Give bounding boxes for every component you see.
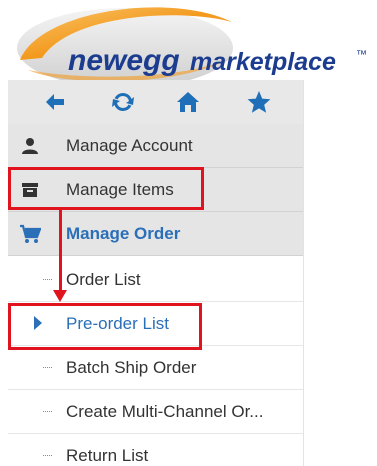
refresh-icon[interactable] [108, 87, 138, 117]
shopping-cart-icon [18, 222, 42, 246]
svg-text:™: ™ [356, 49, 367, 61]
submenu-label-batch-ship-order: Batch Ship Order [66, 357, 197, 377]
home-icon[interactable] [173, 87, 203, 117]
submenu-label-return-list: Return List [66, 446, 149, 465]
newegg-marketplace-logo: newegg marketplace ™ [0, 0, 377, 80]
tree-connector [43, 367, 52, 368]
menu-label-manage-items: Manage Items [66, 179, 174, 199]
user-icon [18, 134, 42, 158]
svg-text:marketplace: marketplace [190, 48, 336, 76]
menu-label-manage-account: Manage Account [66, 135, 193, 155]
sidebar-icon-bar [8, 80, 303, 125]
annotation-arrow-head [53, 290, 67, 302]
page: newegg marketplace ™ Manage Account Mana… [0, 0, 377, 466]
tree-connector [43, 279, 52, 280]
arrow-left-icon[interactable] [40, 87, 70, 117]
menu-label-manage-order: Manage Order [66, 223, 181, 243]
submenu-item-preorder-list[interactable]: Pre-order List [8, 302, 303, 346]
tree-connector [43, 455, 52, 456]
sidebar: Manage Account Manage Items Manage Order… [8, 80, 304, 466]
annotation-arrow-line [59, 210, 62, 294]
submenu-label-order-list: Order List [66, 269, 141, 289]
menu-item-manage-account[interactable]: Manage Account [8, 124, 303, 168]
star-icon[interactable] [244, 87, 274, 117]
submenu-label-preorder-list: Pre-order List [66, 313, 169, 333]
tree-connector [43, 411, 52, 412]
svg-text:newegg: newegg [68, 44, 180, 77]
content-area [304, 80, 377, 466]
submenu-item-return-list[interactable]: Return List [8, 434, 303, 466]
submenu-item-batch-ship-order[interactable]: Batch Ship Order [8, 346, 303, 390]
menu-item-manage-order[interactable]: Manage Order [8, 212, 303, 256]
archive-box-icon [18, 178, 42, 202]
caret-right-icon [34, 316, 42, 330]
submenu-item-create-multichannel[interactable]: Create Multi-Channel Or... [8, 390, 303, 434]
submenu-label-create-multichannel: Create Multi-Channel Or... [66, 401, 264, 421]
menu-item-manage-items[interactable]: Manage Items [8, 168, 303, 212]
